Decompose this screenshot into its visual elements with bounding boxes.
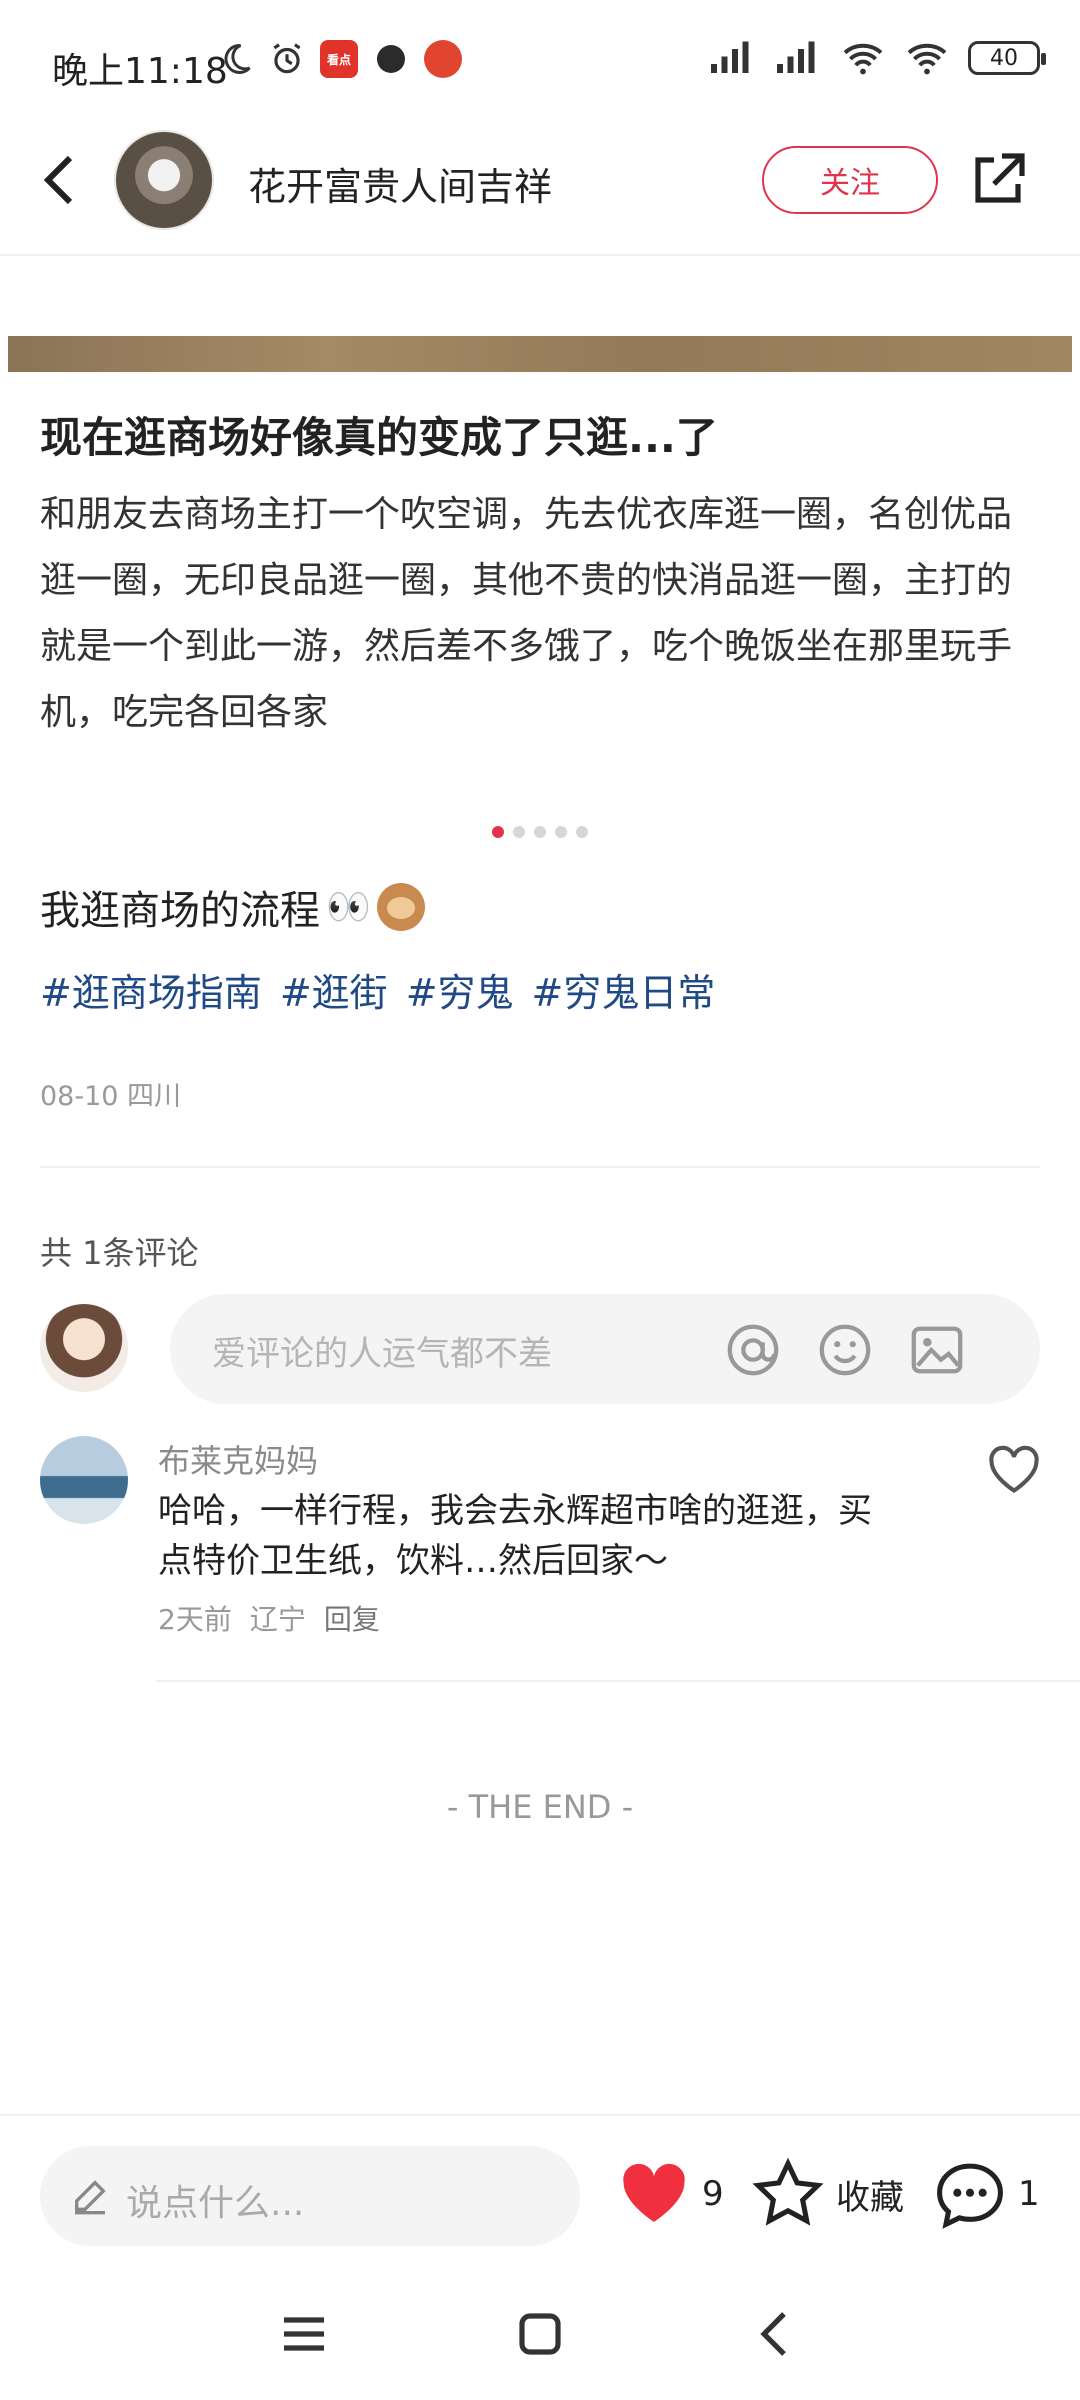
status-time: 晚上11:18 (52, 51, 228, 92)
alarm-icon (273, 43, 301, 74)
my-avatar (40, 1304, 128, 1392)
star-icon (752, 2157, 824, 2226)
comment-text[interactable]: 哈哈，一样行程，我会去永辉超市啥的逛逛，买点特价卫生纸，饮料…然后回家～ (158, 1486, 878, 1586)
carousel-dot (576, 826, 588, 838)
reply-button[interactable]: 回复 (324, 1598, 380, 1638)
status-bar: 晚上11:18 看点 40 (0, 0, 1080, 120)
eyes-emoji: 👀 (326, 887, 371, 928)
kandian-app-icon: 看点 (320, 40, 358, 78)
comment-time: 2天前 (158, 1603, 232, 1636)
favorite-button[interactable]: 收藏 (750, 2156, 904, 2232)
carousel-dot (534, 826, 546, 838)
share-button[interactable] (968, 150, 1028, 210)
signal-icon-2 (777, 41, 815, 73)
carousel-indicator (0, 826, 1080, 838)
post-date-location: 08-10 四川 (40, 1081, 182, 1112)
status-icons-left: 看点 (218, 40, 462, 78)
comment-count: 共 1条评论 (40, 1234, 199, 1272)
back-button[interactable] (30, 150, 90, 210)
author-avatar[interactable] (114, 130, 214, 230)
comment-button[interactable]: 1 (932, 2156, 1040, 2232)
like-button[interactable]: 9 (616, 2156, 724, 2232)
moon-icon (224, 43, 251, 74)
mention-icon[interactable] (724, 1321, 782, 1379)
carousel-dot (555, 826, 567, 838)
red-app-icon (424, 40, 462, 78)
carousel-dot-active (492, 826, 504, 838)
tag-link[interactable]: #穷鬼 (406, 962, 514, 1017)
follow-button[interactable]: 关注 (762, 146, 938, 214)
say-something-input[interactable]: 说点什么... (40, 2146, 580, 2246)
commenter-name[interactable]: 布莱克妈妈 (158, 1436, 318, 1482)
bottom-action-bar: 说点什么... 9 收藏 1 (0, 2114, 1080, 2274)
caption-text: 我逛商场的流程 (40, 888, 320, 934)
carousel-dot (513, 826, 525, 838)
post-caption: 我逛商场的流程 👀 (40, 878, 425, 936)
comment-count-bottom: 1 (1018, 2174, 1040, 2214)
menu-icon[interactable] (274, 2304, 334, 2364)
image-icon[interactable] (908, 1321, 966, 1379)
dark-app-icon (372, 40, 410, 78)
commenter-avatar[interactable] (40, 1436, 128, 1524)
wifi-icon (843, 43, 883, 75)
post-tags: #逛商场指南 #逛街 #穷鬼 #穷鬼日常 (40, 962, 715, 1017)
comment-bubble-icon (937, 2163, 1003, 2229)
post-header: 花开富贵人间吉祥 关注 (0, 120, 1080, 256)
back-nav-icon[interactable] (746, 2304, 806, 2364)
favorite-label: 收藏 (836, 2177, 904, 2218)
post-image[interactable] (8, 336, 1072, 372)
chevron-left-icon (43, 155, 73, 205)
emoji-icon[interactable] (816, 1321, 874, 1379)
author-name[interactable]: 花开富贵人间吉祥 (248, 156, 552, 211)
comment-input[interactable]: 爱评论的人运气都不差 (170, 1294, 1040, 1404)
heart-outline-icon[interactable] (986, 1442, 1042, 1498)
home-icon[interactable] (510, 2304, 570, 2364)
end-marker: - THE END - (446, 1788, 634, 1826)
status-icons-right: 40 (708, 40, 1046, 76)
share-icon (975, 153, 1025, 203)
signal-icon (711, 41, 749, 73)
tag-link[interactable]: #逛商场指南 (40, 962, 262, 1017)
monkey-emoji-icon (376, 883, 425, 931)
comment-location: 辽宁 (249, 1603, 306, 1636)
say-something-placeholder: 说点什么... (126, 2183, 305, 2224)
post-heading: 现在逛商场好像真的变成了只逛...了 (40, 413, 718, 462)
system-nav-bar (0, 2276, 1080, 2400)
tag-link[interactable]: #穷鬼日常 (532, 962, 716, 1017)
heart-filled-icon (623, 2163, 685, 2222)
divider (40, 1166, 1040, 1168)
post-body: 和朋友去商场主打一个吹空调，先去优衣库逛一圈，名创优品逛一圈，无印良品逛一圈，其… (40, 494, 1013, 733)
tag-link[interactable]: #逛街 (280, 962, 388, 1017)
comment-item: 布莱克妈妈 哈哈，一样行程，我会去永辉超市啥的逛逛，买点特价卫生纸，饮料…然后回… (40, 1436, 1040, 1676)
comment-meta: 2天前 辽宁 回复 (158, 1598, 380, 1638)
divider (156, 1680, 1080, 1682)
battery-icon: 40 (968, 41, 1046, 75)
comment-input-placeholder: 爱评论的人运气都不差 (212, 1334, 552, 1374)
pencil-icon (75, 2180, 106, 2215)
like-count: 9 (702, 2174, 724, 2214)
hotspot-icon (907, 43, 947, 75)
